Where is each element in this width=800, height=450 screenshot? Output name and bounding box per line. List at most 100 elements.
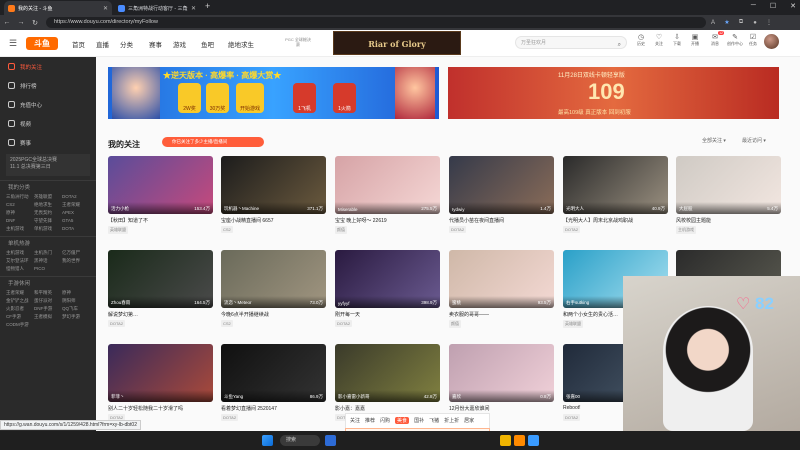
category-tag[interactable]: 英雄联盟 (108, 226, 128, 234)
sidebar-category[interactable]: 和平精英 (34, 290, 62, 296)
sidebar-section-title[interactable]: 我的分类 (0, 180, 96, 194)
follow-button[interactable]: ♡ 关注 (650, 33, 668, 47)
nav-pubg[interactable]: 絶地求生 (228, 39, 254, 49)
sidebar-category[interactable]: 王者荣耀 (6, 290, 34, 296)
sidebar-category[interactable]: 主机热门 (34, 250, 62, 256)
stream-card[interactable]: Miserable 275.5万 宝宝 晚上好呀～ 22619 颜值 (335, 156, 440, 236)
streamer-name[interactable]: 菲菲丶 (111, 394, 125, 400)
task-button[interactable]: ☑ 任务 (744, 33, 762, 47)
browser-app-icon[interactable] (528, 435, 539, 446)
stream-card[interactable]: 影小嘉雷小新哥 42.8万 影小嘉：嘉嘉 DOTA2 (335, 344, 440, 424)
stream-thumbnail[interactable]: 斗鱼Yang 86.9万 (221, 344, 326, 402)
sidebar-category[interactable]: APEX (62, 210, 90, 216)
sidebar-category[interactable]: QQ飞车 (62, 306, 90, 312)
profile-icon[interactable]: ● (748, 20, 762, 26)
stream-thumbnail[interactable]: Miserable 275.5万 (335, 156, 440, 214)
game-banner[interactable]: Riar of Glory (333, 31, 461, 55)
file-explorer-icon[interactable] (500, 435, 511, 446)
sidebar-category[interactable]: PICO (34, 266, 62, 272)
stream-thumbnail[interactable]: 影小嘉雷小新哥 42.8万 (335, 344, 440, 402)
sidebar-category[interactable]: DNF (6, 218, 34, 224)
sidebar-section-title[interactable]: 单机热游 (0, 236, 96, 250)
sidebar-item-recharge[interactable]: 充值中心 (0, 95, 96, 114)
sidebar-category[interactable]: DNF手游 (34, 306, 62, 312)
maximize-icon[interactable]: ☐ (770, 2, 776, 10)
streamer-name[interactable]: 张嘉00 (566, 394, 580, 400)
sidebar-category[interactable]: CS2 (6, 202, 34, 208)
stream-thumbnail[interactable]: yyfyyf 398.9万 (335, 250, 440, 308)
sidebar-item-events[interactable]: 赛事 (0, 133, 96, 152)
stream-thumbnail[interactable]: 玩机器丶Machine 371.1万 (221, 156, 326, 214)
pgc-label[interactable]: PGC 全球総決赛 (284, 37, 312, 47)
minimize-icon[interactable]: ─ (751, 2, 756, 10)
back-icon[interactable]: ← (0, 19, 14, 26)
stream-title[interactable]: 看着梦幻直播间 2520147 (221, 405, 326, 412)
stream-card[interactable]: 斗鱼Yang 86.9万 看着梦幻直播间 2520147 DOTA2 (221, 344, 326, 424)
shop-tab[interactable]: 飞猪 (429, 417, 439, 424)
sidebar-category[interactable]: DOTA (62, 226, 90, 232)
category-tag[interactable]: DOTA2 (335, 320, 353, 327)
stream-card[interactable]: 光明大人 40.9万 【光明大人】周末北京战鸡职战 DOTA2 (563, 156, 668, 236)
sidebar-category[interactable]: 主机游戏 (6, 226, 34, 232)
stream-title[interactable]: 【秋田】知道了不 (108, 217, 213, 224)
stream-title[interactable]: 12月份大嘉欣谁间 (449, 405, 554, 412)
stream-title[interactable]: 代播员小苗在夜间直播间 (449, 217, 554, 224)
stream-card[interactable]: 玩机器丶Machine 371.1万 宝座小战精直播间 6657 CS2 (221, 156, 326, 236)
stream-card[interactable]: 嘉欣0.8万12月份大嘉欣谁间颜值 (449, 344, 554, 424)
sidebar-item-video[interactable]: 视频 (0, 114, 96, 133)
stream-title[interactable]: 宝宝 晚上好呀～ 22619 (335, 217, 440, 224)
browser-tab[interactable]: 三角洲特战行动客厅 - 三角洲特战行动客厅 ✕ (114, 1, 200, 15)
stream-title[interactable]: 【光明大人】周末北京战鸡职战 (563, 217, 668, 224)
shop-tab[interactable]: 居家 (464, 417, 474, 424)
streamer-name[interactable]: Miserable (338, 207, 358, 212)
bookmark-star-icon[interactable]: ★ (720, 19, 734, 26)
windows-start-icon[interactable] (262, 435, 273, 446)
sidebar-section-title[interactable]: 手游休闲 (0, 276, 96, 290)
sidebar-category[interactable]: 金铲铲之战 (6, 298, 34, 304)
sidebar-category[interactable]: CF手游 (6, 314, 34, 320)
category-tag[interactable]: 主机游戏 (676, 226, 696, 234)
category-tag[interactable]: 英雄联盟 (563, 320, 583, 328)
new-tab-button[interactable]: + (205, 1, 210, 11)
category-tag[interactable]: DOTA2 (108, 320, 126, 327)
ad-banner-right[interactable]: 11月28日双线卡顿轻享版 109 最高109级 真正版本 回到初服 (448, 67, 779, 119)
streamer-name[interactable]: 活力小枪 (111, 206, 129, 212)
stream-title[interactable]: 卖衣服的哥哥—— (449, 311, 554, 318)
nav-games[interactable]: 游戏 (173, 39, 186, 49)
search-input[interactable]: 万圣狂欢月 ⌕ (515, 36, 627, 49)
stream-card[interactable]: Iydwiy 1.4万 代播员小苗在夜间直播间 DOTA2 (449, 156, 554, 236)
shop-tab[interactable]: 国补 (414, 417, 424, 424)
avatar[interactable] (764, 34, 779, 49)
streamer-name[interactable]: Zhou春雨 (111, 300, 130, 306)
sidebar-category[interactable]: 三角洲行动 (6, 194, 34, 200)
douyu-app-icon[interactable] (514, 435, 525, 446)
history-button[interactable]: ◷ 历史 (632, 33, 650, 47)
taskbar-search[interactable]: 搜索 (280, 435, 320, 446)
sort-filter-dropdown[interactable]: 最近访问 ▾ (742, 137, 766, 144)
sidebar-category[interactable]: 守望先锋 (34, 218, 62, 224)
stream-card[interactable]: 蜜桃 93.5万 卖衣服的哥哥—— 颜值 (449, 250, 554, 330)
streamer-name[interactable]: 大屁股 (679, 206, 693, 212)
url-input[interactable]: https://www.douyu.com/directory/myFollow (46, 17, 706, 28)
stream-thumbnail[interactable]: 光明大人 40.9万 (563, 156, 668, 214)
sidebar-category[interactable]: 絶地求生 (34, 202, 62, 208)
task-view-icon[interactable] (325, 435, 336, 446)
shop-tab-active[interactable]: 美食 (395, 417, 410, 424)
stream-title[interactable]: 影小嘉：嘉嘉 (335, 405, 440, 412)
stream-thumbnail[interactable]: 蜜桃 93.5万 (449, 250, 554, 308)
sidebar-category[interactable]: DOTA2 (62, 194, 90, 200)
sidebar-item-my-follow[interactable]: 我的关注 (0, 57, 96, 76)
shop-tab[interactable]: 关注 (350, 417, 360, 424)
close-icon[interactable]: ✕ (191, 5, 196, 12)
stream-title[interactable]: 今晚6点半开播继续战 (221, 311, 326, 318)
streamer-name[interactable]: 玩机器丶Machine (224, 206, 259, 212)
reload-icon[interactable]: ↻ (28, 19, 42, 27)
download-button[interactable]: ⇩ 下载 (668, 33, 686, 47)
nav-category[interactable]: 分类 (120, 39, 133, 49)
sidebar-promo[interactable]: 2025PGC全球总决赛 11.1 总决赛第三日 (6, 154, 90, 176)
shop-tab[interactable]: 推荐 (365, 417, 375, 424)
nav-home[interactable]: 首页 (72, 39, 85, 49)
shop-tab[interactable]: 折上折 (444, 417, 459, 424)
ad-start-button[interactable]: 开始游戏 (236, 83, 264, 113)
floating-live-video[interactable]: ♡ 82 (623, 276, 800, 431)
